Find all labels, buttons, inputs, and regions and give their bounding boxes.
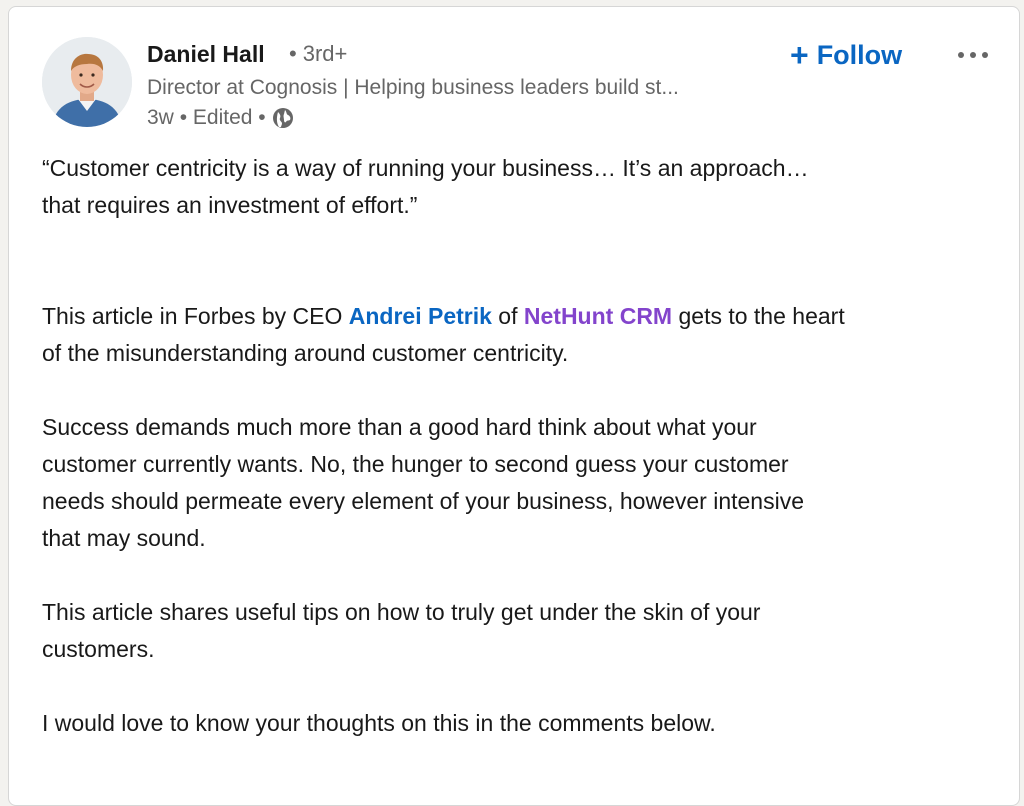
post-text-line: of the misunderstanding around customer … (42, 340, 569, 366)
author-avatar[interactable] (42, 37, 132, 127)
post-body: “Customer centricity is a way of running… (42, 150, 1002, 742)
post-meta: 3w • Edited • (147, 105, 294, 131)
separator-dot: • (173, 106, 193, 129)
post-text-line: customer currently wants. No, the hunger… (42, 451, 789, 477)
separator-dot: • (289, 41, 297, 66)
mention-person-link[interactable]: Andrei Petrik (349, 303, 492, 329)
degree-label: 3rd+ (302, 41, 348, 66)
plus-icon: + (790, 37, 809, 73)
post-text-line: customers. (42, 636, 155, 662)
post-text-line: This article shares useful tips on how t… (42, 599, 761, 625)
connection-degree: • 3rd+ (289, 41, 347, 67)
post-text-line: Success demands much more than a good ha… (42, 414, 757, 440)
separator-dot: • (252, 106, 266, 129)
avatar-photo (42, 37, 132, 127)
edited-label: Edited (192, 106, 253, 129)
post-card: Daniel Hall • 3rd+ Director at Cognosis |… (8, 6, 1020, 806)
follow-label: Follow (816, 39, 903, 70)
more-horizontal-icon[interactable] (953, 43, 993, 67)
post-text-line: This article in Forbes by CEO Andrei Pet… (42, 298, 1002, 335)
author-headline[interactable]: Director at Cognosis | Helping business … (147, 75, 679, 101)
follow-button[interactable]: + Follow (790, 35, 902, 75)
post-text-line: I would love to know your thoughts on th… (42, 710, 716, 736)
text-segment: of (491, 303, 524, 329)
post-text-line: “Customer centricity is a way of running… (42, 155, 809, 181)
mention-company-link[interactable]: NetHunt CRM (524, 303, 672, 329)
text-segment: This article in Forbes by CEO (42, 303, 349, 329)
post-time[interactable]: 3w (147, 105, 174, 131)
post-text-line: needs should permeate every element of y… (42, 488, 804, 514)
text-segment: gets to the heart (672, 303, 845, 329)
post-text-line: that requires an investment of effort.” (42, 192, 418, 218)
author-name[interactable]: Daniel Hall (147, 41, 265, 67)
globe-icon (272, 107, 294, 129)
post-text-line: that may sound. (42, 525, 206, 551)
